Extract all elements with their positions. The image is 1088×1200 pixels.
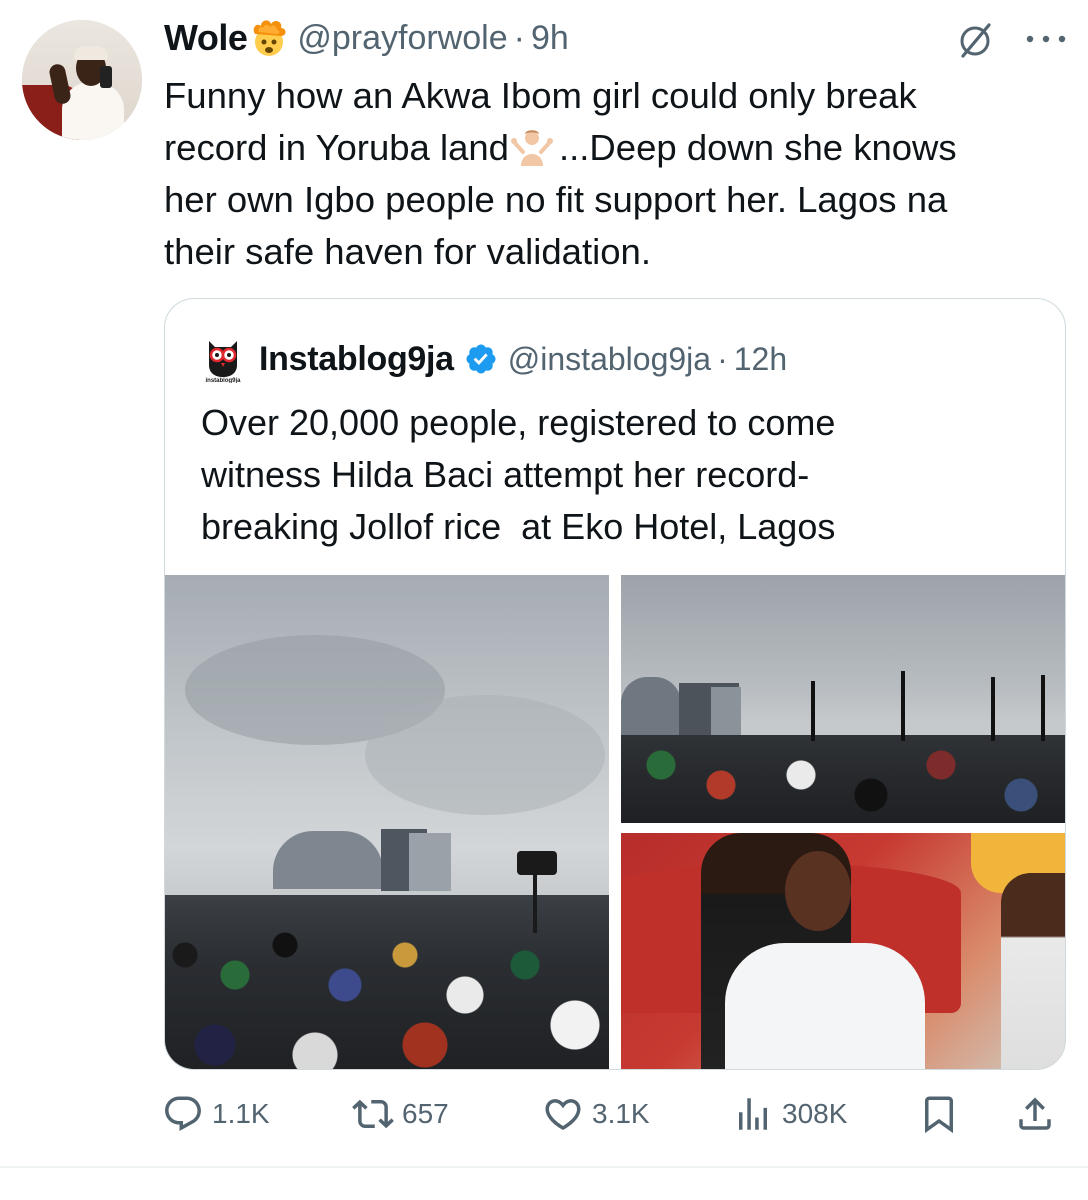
tweet-text-line: record in Yoruba land ...Deep down she k… bbox=[164, 122, 1074, 174]
media-grid bbox=[165, 575, 1065, 1069]
reply-count: 1.1K bbox=[212, 1098, 270, 1129]
quoted-text-line: breaking Jollof rice at Eko Hotel, Lagos bbox=[201, 506, 836, 547]
quoted-tweet-time[interactable]: 12h bbox=[734, 341, 787, 378]
reply-button[interactable]: 1.1K bbox=[162, 1088, 270, 1140]
like-count: 3.1K bbox=[592, 1098, 650, 1129]
quoted-author-name[interactable]: Instablog9ja bbox=[259, 340, 454, 379]
quoted-tweet-text: Over 20,000 people, registered to come w… bbox=[201, 397, 1041, 553]
views-chart-icon bbox=[739, 1098, 767, 1130]
tweet-time[interactable]: 9h bbox=[531, 19, 569, 58]
instablog9ja-logo-icon: instablog9ja bbox=[205, 341, 241, 383]
author-name[interactable]: Wole bbox=[164, 17, 248, 59]
exploding-head-emoji-icon bbox=[254, 20, 286, 56]
quoted-tweet-card[interactable]: instablog9ja Instablog9ja @instablog9ja … bbox=[164, 298, 1066, 1070]
tweet-action-bar: 1.1K 657 3.1K 308K bbox=[0, 1088, 1088, 1140]
verified-badge-icon bbox=[466, 344, 496, 374]
tweet-text-segment: record in Yoruba land bbox=[164, 127, 509, 168]
quoted-text-line: witness Hilda Baci attempt her record- bbox=[201, 454, 810, 495]
share-button[interactable] bbox=[1014, 1088, 1056, 1140]
svg-text:instablog9ja: instablog9ja bbox=[205, 378, 241, 383]
person-shrugging-emoji-icon bbox=[511, 130, 553, 166]
views-button[interactable]: 308K bbox=[732, 1088, 847, 1140]
grok-icon[interactable] bbox=[956, 20, 996, 60]
photo-hilda-baci[interactable] bbox=[621, 833, 1065, 1069]
views-count: 308K bbox=[782, 1098, 848, 1129]
more-options-icon[interactable] bbox=[1022, 24, 1070, 54]
retweet-button[interactable]: 657 bbox=[352, 1088, 449, 1140]
quoted-author-handle[interactable]: @instablog9ja bbox=[508, 341, 711, 378]
photo-crowd-cloudy-sky[interactable] bbox=[165, 575, 609, 1069]
tweet-text-line: her own Igbo people no fit support her. … bbox=[164, 179, 948, 220]
reply-icon bbox=[165, 1096, 201, 1131]
author-handle[interactable]: @prayforwole bbox=[297, 19, 507, 58]
author-avatar[interactable] bbox=[22, 20, 142, 140]
retweet-count: 657 bbox=[402, 1098, 449, 1129]
like-button[interactable]: 3.1K bbox=[542, 1088, 650, 1140]
tweet-text-line: Funny how an Akwa Ibom girl could only b… bbox=[164, 75, 917, 116]
bookmark-button[interactable] bbox=[918, 1088, 960, 1140]
quoted-header-separator: · bbox=[717, 340, 728, 377]
tweet-divider bbox=[0, 1166, 1088, 1168]
retweet-icon bbox=[352, 1099, 394, 1129]
heart-icon bbox=[545, 1099, 581, 1131]
tweet-text: Funny how an Akwa Ibom girl could only b… bbox=[164, 70, 1074, 278]
tweet-text-segment: ...Deep down she knows bbox=[559, 127, 957, 168]
tweet-header: Wole @prayforwole · 9h bbox=[164, 16, 569, 60]
bookmark-icon bbox=[925, 1096, 953, 1134]
photo-crowd-cameras[interactable] bbox=[621, 575, 1065, 823]
quoted-text-line: Over 20,000 people, registered to come bbox=[201, 402, 836, 443]
header-separator: · bbox=[513, 18, 525, 57]
quoted-tweet-header: Instablog9ja @instablog9ja · 12h bbox=[259, 337, 787, 381]
tweet-text-line: their safe haven for validation. bbox=[164, 231, 651, 272]
share-icon bbox=[1019, 1097, 1051, 1130]
